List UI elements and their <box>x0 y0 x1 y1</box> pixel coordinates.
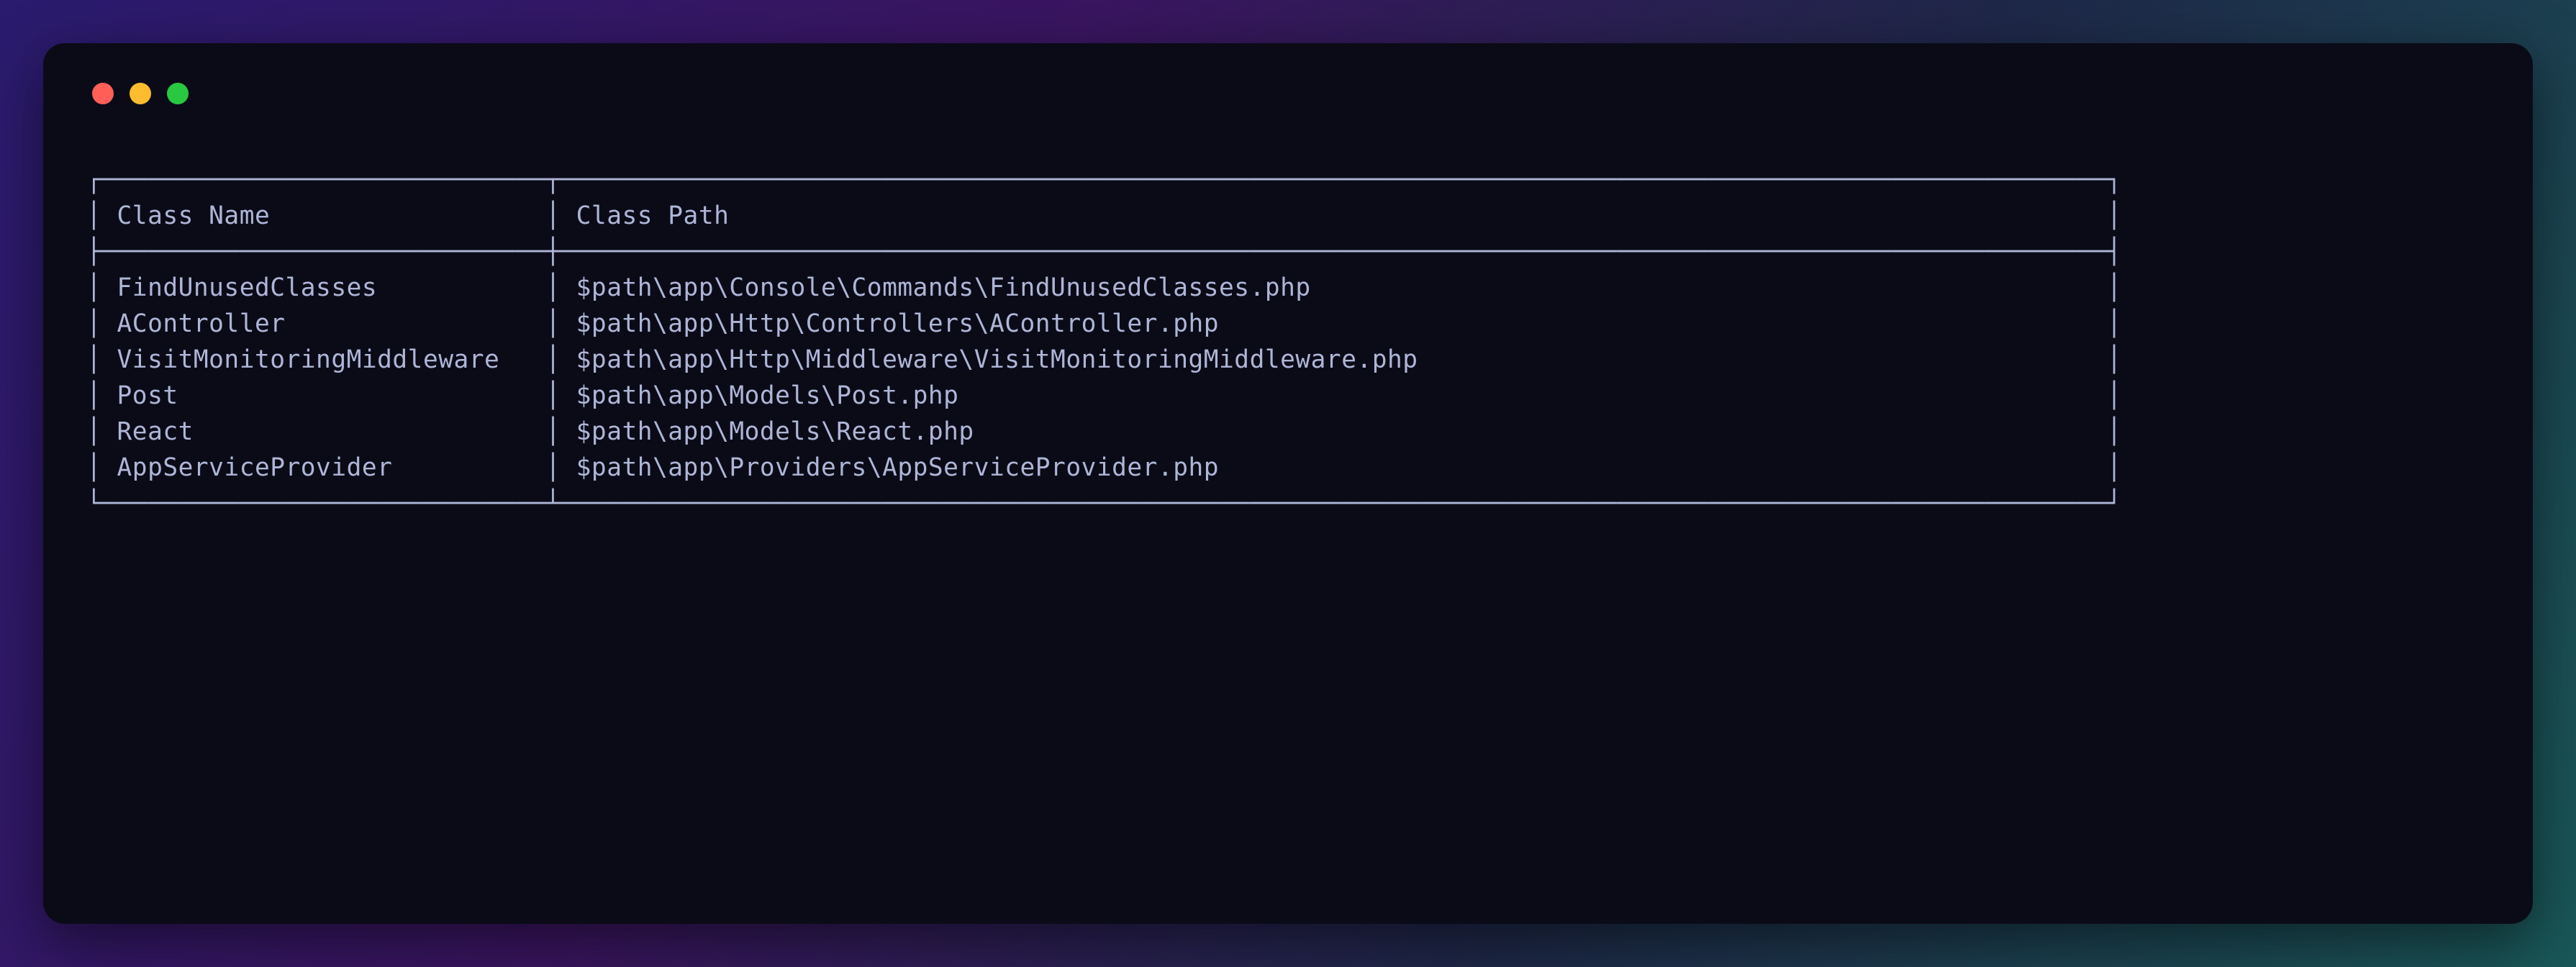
table-border: └─────────────────────────────┴─────────… <box>86 486 2490 522</box>
terminal-window: ┌─────────────────────────────┬─────────… <box>43 43 2533 924</box>
table-row: │ FindUnusedClasses │ $path\app\Console\… <box>86 270 2490 306</box>
terminal-output: ┌─────────────────────────────┬─────────… <box>86 162 2490 522</box>
table-border: ┌─────────────────────────────┬─────────… <box>86 162 2490 198</box>
window-controls <box>92 83 2490 104</box>
table-row: │ React │ $path\app\Models\React.php │ <box>86 414 2490 450</box>
minimize-icon[interactable] <box>130 83 151 104</box>
table-border: ├─────────────────────────────┼─────────… <box>86 234 2490 270</box>
maximize-icon[interactable] <box>167 83 189 104</box>
table-row: │ VisitMonitoringMiddleware │ $path\app\… <box>86 342 2490 378</box>
close-icon[interactable] <box>92 83 114 104</box>
table-row: │ AController │ $path\app\Http\Controlle… <box>86 306 2490 342</box>
table-header-row: │ Class Name │ Class Path │ <box>86 198 2490 234</box>
table-row: │ Post │ $path\app\Models\Post.php │ <box>86 378 2490 414</box>
table-row: │ AppServiceProvider │ $path\app\Provide… <box>86 450 2490 486</box>
